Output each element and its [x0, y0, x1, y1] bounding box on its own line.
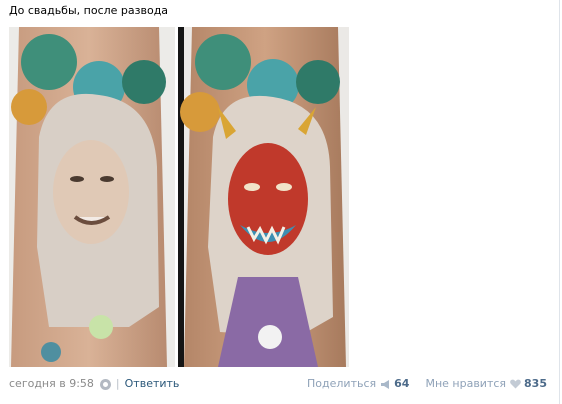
footer-left: сегодня в 9:58 | Ответить — [9, 377, 179, 391]
tattoo-oni-mask-image — [178, 27, 349, 367]
like-link[interactable]: Мне нравится — [425, 377, 506, 391]
like-count[interactable]: 835 — [524, 377, 547, 391]
share-count[interactable]: 64 — [394, 377, 409, 391]
reply-link[interactable]: Ответить — [125, 377, 180, 391]
heart-icon[interactable] — [510, 379, 521, 389]
footer-right: Поделиться 64 Мне нравится 835 — [307, 377, 547, 391]
tattoo-portrait-image — [9, 27, 175, 367]
photo-after[interactable] — [178, 27, 349, 367]
megaphone-icon[interactable] — [381, 379, 391, 389]
share-link[interactable]: Поделиться — [307, 377, 376, 391]
post-text: До свадьбы, после развода — [9, 4, 169, 17]
post-footer: сегодня в 9:58 | Ответить Поделиться 64 … — [9, 377, 547, 391]
gear-icon[interactable] — [99, 378, 111, 390]
footer-separator: | — [115, 377, 120, 390]
like-group[interactable]: Мне нравится 835 — [425, 377, 547, 391]
post-timestamp[interactable]: сегодня в 9:58 — [9, 377, 94, 391]
photo-before[interactable] — [9, 27, 175, 367]
panel-border — [559, 0, 560, 404]
